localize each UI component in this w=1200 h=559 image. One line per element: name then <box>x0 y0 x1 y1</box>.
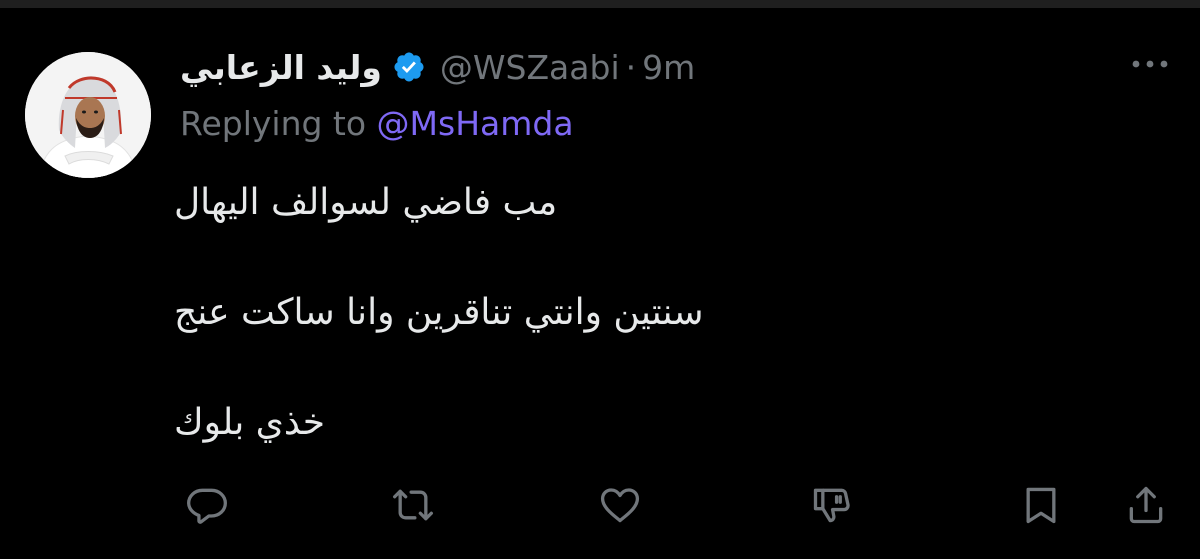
tweet-text: مب فاضي لسوالف اليهال سنتين وانتي تناقري… <box>174 185 1174 445</box>
verified-badge-icon <box>392 50 426 84</box>
replying-to-label: Replying to <box>180 104 377 143</box>
like-icon <box>598 483 642 527</box>
timestamp[interactable]: 9m <box>642 48 695 87</box>
share-icon <box>1124 483 1168 527</box>
action-bar <box>0 480 1200 530</box>
handle[interactable]: @WSZaabi <box>440 48 620 87</box>
tweet-line: سنتين وانتي تناقرين وانا ساكت عنج <box>174 292 704 333</box>
bookmark-icon <box>1019 483 1063 527</box>
reply-mention-link[interactable]: @MsHamda <box>377 104 574 143</box>
tweet-line: مب فاضي لسوالف اليهال <box>174 182 558 223</box>
downvote-button[interactable] <box>807 480 857 530</box>
replying-to: Replying to @MsHamda <box>180 104 574 143</box>
reply-button[interactable] <box>182 480 232 530</box>
display-name[interactable]: وليد الزعابي <box>180 48 382 87</box>
separator-dot: · <box>625 47 637 87</box>
top-divider <box>0 0 1200 8</box>
like-button[interactable] <box>595 480 645 530</box>
retweet-button[interactable] <box>388 480 438 530</box>
tweet-header: وليد الزعابي @WSZaabi · 9m <box>180 42 695 92</box>
share-button[interactable] <box>1121 480 1171 530</box>
reply-icon <box>185 483 229 527</box>
tweet-line: خذي بلوك <box>174 402 325 443</box>
more-options-icon[interactable] <box>1128 52 1172 76</box>
bookmark-button[interactable] <box>1016 480 1066 530</box>
avatar[interactable] <box>25 52 151 178</box>
retweet-icon <box>391 483 435 527</box>
downvote-icon <box>810 483 854 527</box>
